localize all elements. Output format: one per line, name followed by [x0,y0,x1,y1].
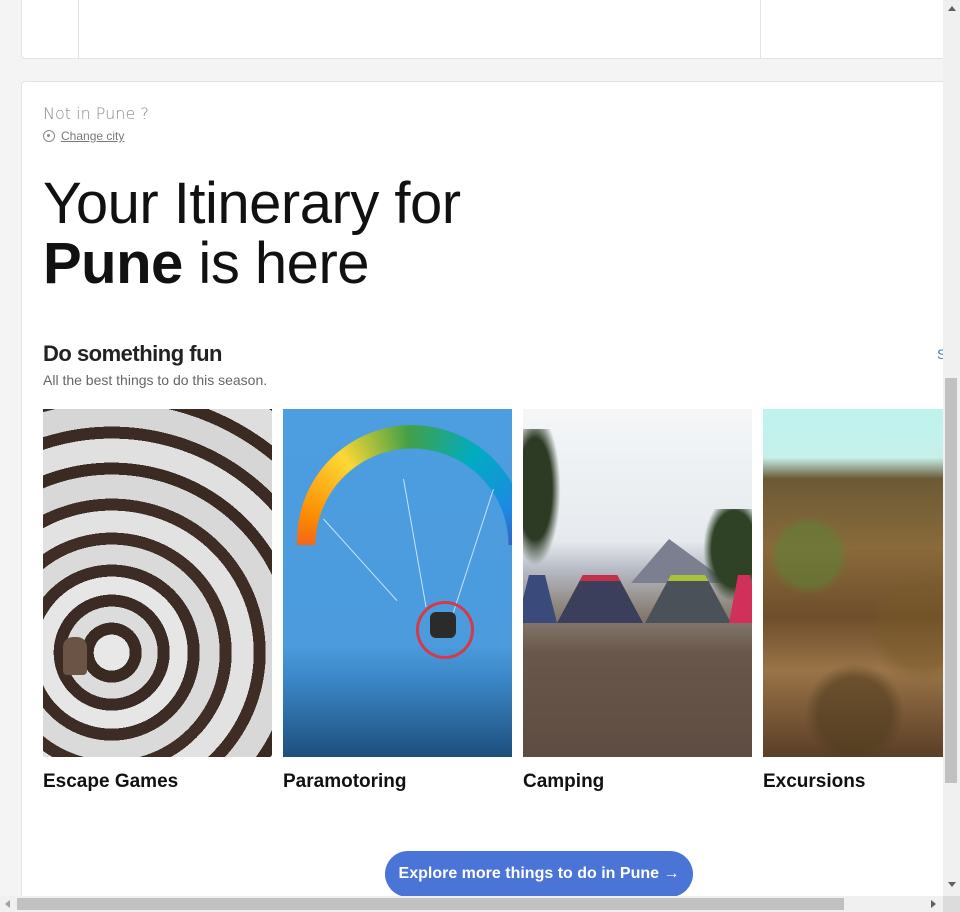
horizontal-scroll-thumb[interactable] [17,898,844,910]
activity-carousel: Escape Games Paramotoring Camping Excurs… [43,409,943,793]
escape-games-image [43,409,272,757]
headline-line1: Your Itinerary for [43,171,461,236]
paramotoring-image [283,409,512,757]
not-in-city-text: Not in Pune ? [43,104,149,123]
activity-card-excursions[interactable]: Excursions [763,409,943,793]
itinerary-card: Not in Pune ? Change city Your Itinerary… [21,81,943,896]
scroll-right-arrow-icon[interactable] [931,900,936,908]
change-city-row[interactable]: Change city [43,129,124,143]
page-viewport: Not in Pune ? Change city Your Itinerary… [0,0,943,896]
cliff-texture [763,469,943,757]
section-title: Do something fun [43,341,222,366]
scroll-down-arrow-icon[interactable] [948,882,956,887]
scrollbar-corner [943,896,960,912]
activity-card-label: Camping [523,771,605,792]
explore-more-button[interactable]: Explore more things to do in Pune → [385,851,693,896]
headline-rest: is here [182,231,370,296]
person-figure [63,637,87,675]
previous-card [21,0,943,59]
location-pin-icon [43,130,55,142]
tree [523,429,565,579]
activity-card-label: Escape Games [43,771,179,792]
activity-card-label: Excursions [763,771,866,792]
activity-card-label: Paramotoring [283,771,407,792]
divider [78,0,79,59]
pilot-figure [430,612,456,638]
tent [523,575,557,623]
headline-line2: Pune is here [43,231,370,296]
activity-card-camping[interactable]: Camping [523,409,752,793]
page-title: Your Itinerary for Pune is here [43,174,461,294]
activity-card-paramotoring[interactable]: Paramotoring [283,409,512,793]
change-city-link[interactable]: Change city [61,129,124,143]
divider [760,0,761,59]
section-subtitle: All the best things to do this season. [43,372,268,388]
activity-card-escape-games[interactable]: Escape Games [43,409,272,793]
vertical-scroll-thumb[interactable] [945,378,957,783]
vertical-scrollbar[interactable] [943,0,960,896]
horizontal-scrollbar[interactable] [0,896,943,912]
headline-city: Pune [43,231,183,296]
scroll-left-arrow-icon[interactable] [5,900,10,908]
excursions-image [763,409,943,757]
scroll-up-arrow-icon[interactable] [948,6,956,11]
camping-image [523,409,752,757]
